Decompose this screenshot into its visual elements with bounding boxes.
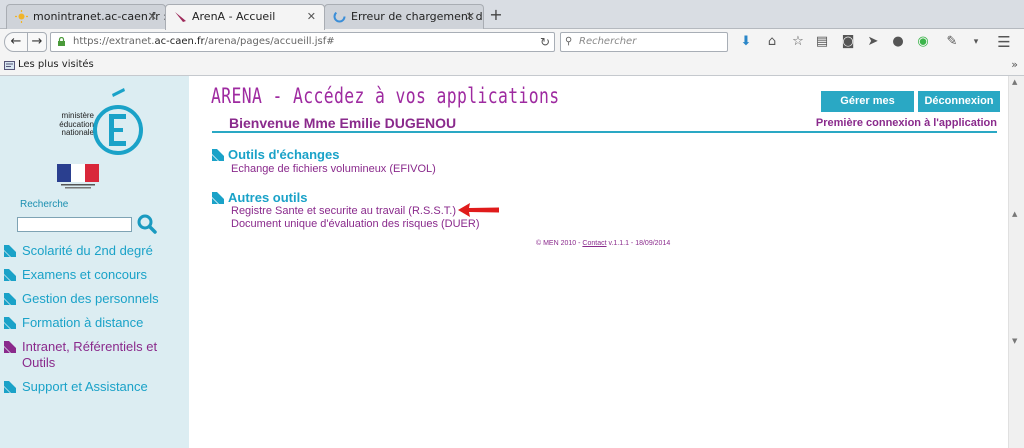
menu-item-support-assistance[interactable]: Support et Assistance [4,379,184,395]
download-icon[interactable]: ⬇ [738,34,754,50]
tab-erreur-chargement[interactable]: Erreur de chargement de la... ✕ [324,4,484,29]
footer-copyright: © MEN 2010 - [536,240,583,247]
browser-search-input[interactable]: ⚲ Rechercher [560,32,728,52]
menu-item-label: Intranet, Référentiels et Outils [22,339,158,370]
search-icon[interactable] [137,214,157,234]
dropdown-chevron-icon[interactable]: ▾ [968,34,984,50]
logo-text: ministère éducation nationale [59,111,94,137]
hamburger-menu-icon[interactable]: ☰ [996,34,1012,50]
back-button[interactable]: ← [4,32,28,52]
search-input[interactable] [17,217,132,232]
tab-close-icon[interactable]: ✕ [148,5,157,28]
ministere-logo: ministère éducation nationale [54,88,146,168]
bookmarks-toolbar: Les plus visités » [0,55,1024,76]
section-outils-echanges: Outils d'échanges [212,147,339,162]
tab-title: monintranet.ac-caen.fr :: A... [33,10,165,23]
search-label: Recherche [20,199,69,210]
menu-item-formation-distance[interactable]: Formation à distance [4,315,184,331]
new-tab-button[interactable]: + [485,5,507,27]
bookmark-folder-icon [4,61,15,70]
tab-title: Erreur de chargement de la... [351,10,483,23]
forward-arrow-icon: → [31,34,43,49]
menu-item-examens[interactable]: Examens et concours [4,267,184,283]
url-text: https://extranet.ac-caen.fr/arena/pages/… [73,36,335,47]
bookmarks-menu-icon[interactable]: ▤ [814,34,830,50]
vertical-scrollbar[interactable]: ▲ ▲ ▼ [1008,76,1024,448]
menu-item-gestion-personnels[interactable]: Gestion des personnels [4,291,184,307]
arrow-down-right-icon [4,293,16,305]
footer: © MEN 2010 - Contact v.1.1.1 - 18/09/201… [536,240,670,247]
logout-button[interactable]: Déconnexion [918,91,1000,112]
tab-arena-accueil[interactable]: ArenA - Accueil ✕ [165,4,325,30]
tab-monintranet[interactable]: monintranet.ac-caen.fr :: A... ✕ [6,4,166,29]
extension-tools-icon[interactable]: ✎ [944,34,960,50]
url-bar[interactable]: https://extranet.ac-caen.fr/arena/pages/… [50,32,555,52]
section-title: Outils d'échanges [228,147,340,162]
chat-icon[interactable]: ● [890,34,906,50]
arrow-down-right-icon [4,381,16,393]
sun-favicon-icon [15,10,28,23]
search-placeholder: Rechercher [579,36,637,47]
scroll-down-icon[interactable]: ▼ [1012,337,1017,345]
forward-button[interactable]: → [27,32,47,52]
section-title: Autres outils [228,190,308,205]
footer-version: v.1.1.1 - 18/09/2014 [606,240,671,247]
republique-francaise-flag-icon [57,164,99,189]
arrow-down-right-icon [4,341,16,353]
menu-item-label: Support et Assistance [22,379,148,394]
home-icon[interactable]: ⌂ [764,34,780,50]
section-autres-outils: Autres outils [212,190,307,205]
tab-close-icon[interactable]: ✕ [466,5,475,28]
bookmarks-overflow-icon[interactable]: » [1011,55,1018,75]
scroll-up-icon[interactable]: ▲ [1012,78,1017,86]
header-divider [212,131,997,133]
arrow-down-right-icon [212,149,224,161]
loading-favicon-icon [333,10,346,23]
link-efivol[interactable]: Echange de fichiers volumineux (EFIVOL) [231,163,436,175]
arrow-down-right-icon [212,192,224,204]
menu-item-label: Examens et concours [22,267,148,282]
link-duer[interactable]: Document unique d'évaluation des risques… [231,218,480,230]
welcome-message: Bienvenue Mme Emilie DUGENOU [229,115,457,131]
menu-item-label: Formation à distance [22,315,144,330]
link-rsst[interactable]: Registre Sante et securite au travail (R… [231,205,456,217]
bookmark-star-icon[interactable]: ☆ [790,34,806,50]
reload-icon[interactable]: ↻ [540,33,550,51]
tab-close-icon[interactable]: ✕ [307,5,316,28]
arrow-down-right-icon [4,245,16,257]
bookmark-most-visited[interactable]: Les plus visités [18,59,94,70]
search-icon: ⚲ [565,36,573,47]
menu-item-scolarite[interactable]: Scolarité du 2nd degré [4,243,184,259]
send-icon[interactable]: ➤ [865,34,881,50]
menu-item-intranet-referentiels[interactable]: Intranet, Référentiels et Outils [4,339,169,371]
back-arrow-icon: ← [10,34,22,49]
menu-item-label: Scolarité du 2nd degré [22,243,153,258]
scroll-mid-icon[interactable]: ▲ [1012,210,1017,218]
red-pointer-arrow-icon [458,203,499,217]
lock-icon [58,37,65,46]
arrow-down-right-icon [4,269,16,281]
manage-favorites-button[interactable]: Gérer mes favoris [821,91,914,128]
page-title: ARENA - Accédez à vos applications [211,84,560,108]
navigation-bar: ← → https://extranet.ac-caen.fr/arena/pa… [0,29,1024,55]
tab-title: ArenA - Accueil [192,10,276,23]
arena-favicon-icon [175,12,186,22]
arrow-down-right-icon [4,317,16,329]
first-connection-link[interactable]: Première connexion à l'application [760,117,997,129]
extension-green-icon[interactable]: ◉ [915,34,931,50]
pocket-icon[interactable]: ◙ [840,34,856,50]
tab-bar: monintranet.ac-caen.fr :: A... ✕ ArenA -… [0,0,1024,30]
menu-item-label: Gestion des personnels [22,291,159,306]
sidebar: ministère éducation nationale Recherche … [0,76,189,448]
logo-e-mark-icon [93,88,143,155]
contact-link[interactable]: Contact [582,240,606,247]
